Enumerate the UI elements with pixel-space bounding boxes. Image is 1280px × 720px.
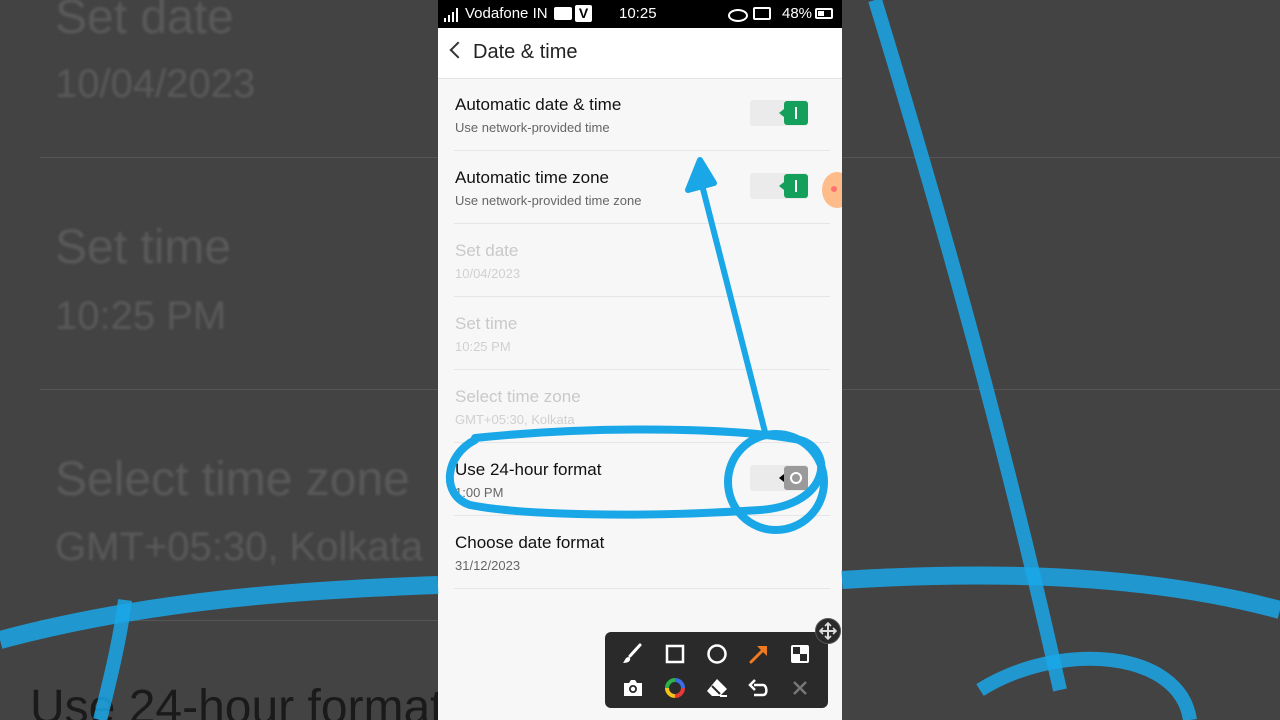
color-wheel-icon[interactable] [661, 674, 689, 702]
signal-icon [444, 8, 458, 22]
move-handle-icon[interactable] [815, 618, 841, 644]
bg-divider [842, 157, 1280, 158]
bg-date-value: 10/04/2023 [55, 62, 256, 106]
cast-icon [753, 7, 771, 20]
camera-icon[interactable] [619, 674, 647, 702]
setting-title: Automatic time zone [455, 168, 610, 187]
status-time: 10:25 [619, 5, 657, 22]
setting-subtitle: Use network-provided time zone [455, 193, 642, 208]
setting-automatic-date-time[interactable]: Automatic date & time Use network-provid… [438, 78, 842, 151]
setting-subtitle: 10/04/2023 [455, 266, 521, 281]
bg-tz-value: GMT+05:30, Kolkata [55, 525, 423, 569]
bg-time-value: 10:25 PM [55, 294, 227, 338]
setting-subtitle: Use network-provided time [455, 120, 610, 135]
setting-select-time-zone: Select time zone GMT+05:30, Kolkata [438, 370, 842, 443]
battery-percent: 48% [782, 5, 813, 22]
setting-title: Automatic date & time [455, 95, 622, 114]
bg-divider [40, 389, 438, 390]
setting-title: Use 24-hour format [455, 460, 602, 479]
setting-title: Choose date format [455, 533, 605, 552]
app-header: Date & time [438, 28, 842, 79]
setting-set-date: Set date 10/04/2023 [438, 224, 842, 297]
toggle-knob [779, 174, 808, 198]
setting-automatic-time-zone[interactable]: Automatic time zone Use network-provided… [438, 151, 842, 224]
vodafone-v-icon: V [575, 5, 592, 22]
auto-time-zone-toggle[interactable] [750, 173, 810, 199]
close-icon[interactable] [786, 674, 814, 702]
drawing-toolbar [605, 632, 828, 708]
toggle-knob [779, 466, 808, 490]
circle-icon[interactable] [703, 640, 731, 668]
bg-divider [842, 389, 1280, 390]
page-title: Date & time [473, 41, 578, 63]
row-divider [454, 588, 830, 589]
eraser-icon[interactable] [703, 674, 731, 702]
24-hour-format-toggle[interactable] [750, 465, 810, 491]
toggle-knob [779, 101, 808, 125]
carrier-label: Vodafone IN [465, 5, 548, 22]
status-bar: Vodafone IN V 10:25 48% [438, 0, 842, 28]
battery-icon [815, 8, 833, 19]
bg-divider [40, 157, 438, 158]
bg-set-date: Set date [55, 0, 234, 44]
setting-24-hour-format[interactable]: Use 24-hour format 1:00 PM [438, 443, 842, 516]
setting-subtitle: GMT+05:30, Kolkata [455, 412, 575, 427]
setting-subtitle: 31/12/2023 [455, 558, 521, 573]
setting-title: Set time [455, 314, 518, 333]
video-icon [554, 7, 572, 20]
setting-set-time: Set time 10:25 PM [438, 297, 842, 370]
arrow-icon[interactable] [745, 640, 773, 668]
rectangle-icon[interactable] [661, 640, 689, 668]
auto-date-time-toggle[interactable] [750, 100, 810, 126]
setting-title: Set date [455, 241, 519, 260]
bg-set-time: Set time [55, 221, 232, 274]
back-arrow-icon[interactable] [449, 41, 467, 59]
bg-select-tz: Select time zone [55, 453, 410, 506]
setting-subtitle: 1:00 PM [455, 485, 504, 500]
setting-choose-date-format[interactable]: Choose date format 31/12/2023 [438, 516, 842, 589]
undo-icon[interactable] [745, 674, 773, 702]
setting-subtitle: 10:25 PM [455, 339, 511, 354]
eye-icon [728, 9, 748, 22]
bg-use24: Use 24-hour format [30, 681, 444, 720]
brush-icon[interactable] [619, 640, 647, 668]
bg-divider [40, 620, 438, 621]
mosaic-icon[interactable] [786, 640, 814, 668]
setting-title: Select time zone [455, 387, 581, 406]
phone-screen: Vodafone IN V 10:25 48% Date & time Auto… [438, 0, 842, 720]
